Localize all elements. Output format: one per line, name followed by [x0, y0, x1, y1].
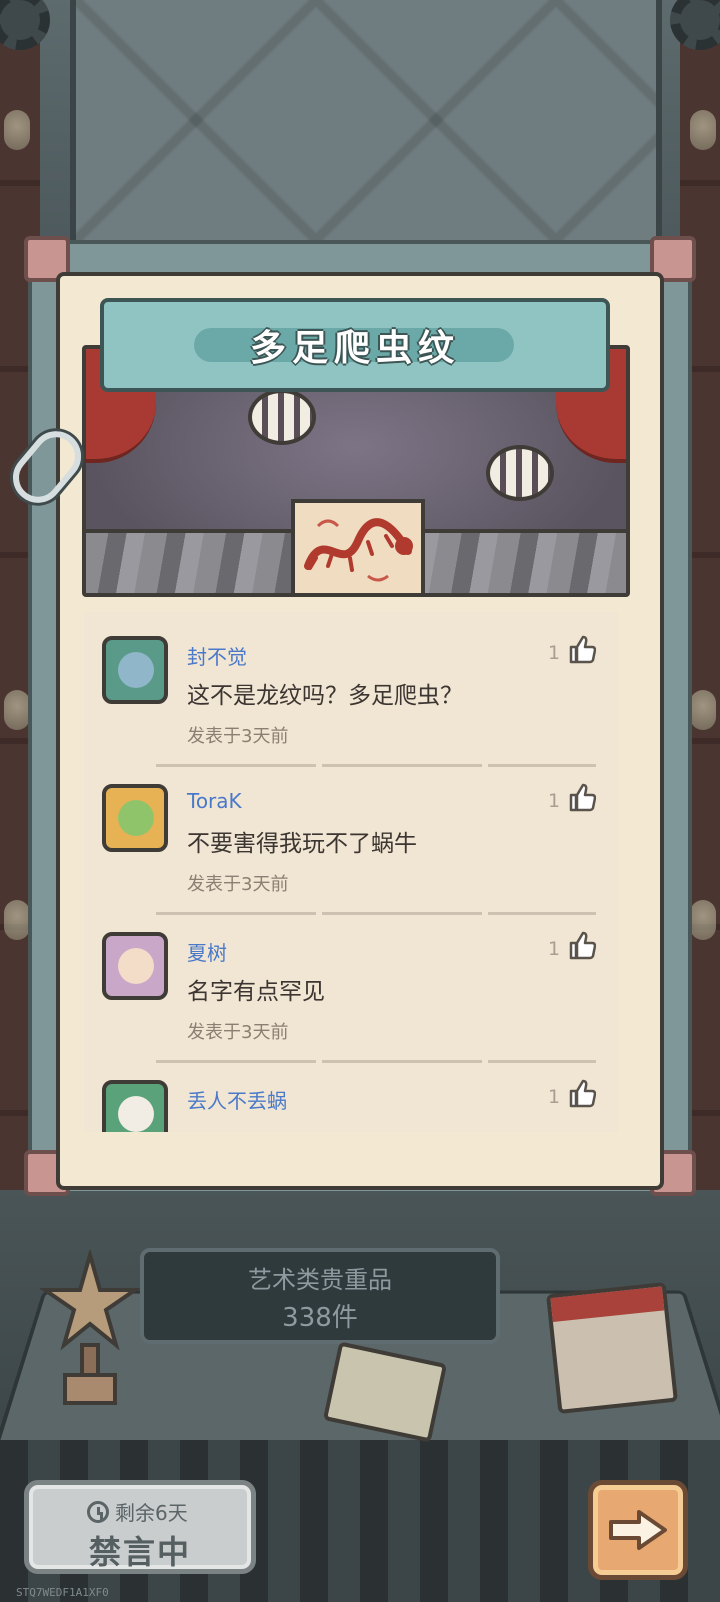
- comment-time: 发表于3天前: [187, 1022, 289, 1043]
- next-button[interactable]: [588, 1480, 688, 1580]
- debug-id: STQ7WEDF1A1XF0: [16, 1586, 109, 1599]
- thumbs-up-icon[interactable]: [568, 782, 596, 812]
- comment-item: 丢人不丢蜗 1: [84, 1056, 618, 1132]
- comment-username[interactable]: ToraK: [187, 789, 242, 813]
- avatar-face: [118, 652, 154, 688]
- avatar[interactable]: [102, 784, 168, 852]
- avatar-face: [118, 948, 154, 984]
- striped-ball: [486, 445, 554, 501]
- muted-remaining: 剩余6天: [115, 1501, 188, 1525]
- avatar[interactable]: [102, 932, 168, 1000]
- thumbs-up-icon[interactable]: [568, 634, 596, 664]
- comment-username[interactable]: 封不觉: [187, 641, 247, 670]
- lamp-icon: [690, 110, 716, 150]
- comment-time: 发表于3天前: [187, 874, 289, 895]
- comment-text: 这不是龙纹吗？多足爬虫？: [187, 683, 463, 709]
- lamp-icon: [4, 900, 30, 940]
- avatar[interactable]: [102, 1080, 168, 1132]
- exhibit-title: 多足爬虫纹: [249, 328, 460, 369]
- dragon-relic-image[interactable]: [291, 499, 425, 593]
- avatar-face: [118, 800, 154, 836]
- muted-remaining-row: 剩余6天: [87, 1497, 188, 1526]
- calendar-icon[interactable]: [546, 1282, 678, 1414]
- avatar-face: [118, 1096, 154, 1132]
- dragon-pattern-icon: [304, 518, 413, 582]
- lamp-icon: [690, 690, 716, 730]
- exhibit-title-plate: 多足爬虫纹: [100, 298, 610, 392]
- lamp-icon: [4, 110, 30, 150]
- lamp-icon: [690, 900, 716, 940]
- comment-text: 不要害得我玩不了蜗牛: [187, 831, 417, 857]
- comment-list[interactable]: 封不觉 这不是龙纹吗？多足爬虫？ 发表于3天前 1 ToraK 不要害得我玩不了…: [84, 612, 618, 1132]
- like-count: 1: [548, 642, 561, 664]
- comment-username[interactable]: 夏树: [187, 937, 227, 966]
- like-count: 1: [548, 1086, 561, 1108]
- comment-item: 夏树 名字有点罕见 发表于3天前 1: [84, 908, 618, 1063]
- comment-text: 名字有点罕见: [187, 979, 325, 1005]
- clock-icon: [87, 1500, 109, 1523]
- thumbs-up-icon[interactable]: [568, 1078, 596, 1108]
- like-count: 1: [548, 790, 561, 812]
- muted-status: 禁言中: [88, 1533, 191, 1571]
- collection-plate[interactable]: 艺术类贵重品 338件: [140, 1248, 500, 1344]
- muted-status-button[interactable]: 剩余6天 禁言中: [24, 1480, 256, 1574]
- arrow-right-icon: [609, 1510, 667, 1550]
- comment-time: 发表于3天前: [187, 726, 289, 747]
- avatar[interactable]: [102, 636, 168, 704]
- background-window: [70, 0, 662, 245]
- comment-item: ToraK 不要害得我玩不了蜗牛 发表于3天前 1: [84, 760, 618, 915]
- striped-ball: [248, 389, 316, 445]
- lamp-icon: [4, 690, 30, 730]
- comment-username[interactable]: 丢人不丢蜗: [187, 1085, 287, 1114]
- collection-count: 338件: [282, 1303, 358, 1333]
- like-count: 1: [548, 938, 561, 960]
- thumbs-up-icon[interactable]: [568, 930, 596, 960]
- comment-item: 封不觉 这不是龙纹吗？多足爬虫？ 发表于3天前 1: [84, 612, 618, 767]
- trophy-icon: [40, 1250, 140, 1405]
- collection-name: 艺术类贵重品: [248, 1266, 392, 1294]
